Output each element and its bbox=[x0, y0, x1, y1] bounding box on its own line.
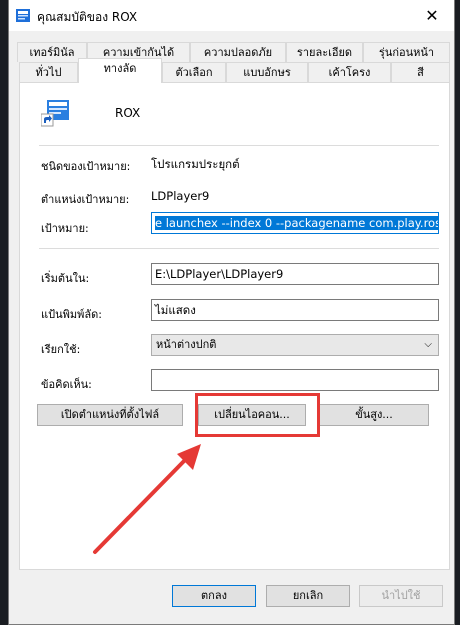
advanced-button[interactable]: ขั้นสูง... bbox=[319, 404, 429, 426]
window-title: คุณสมบัติของ ROX bbox=[37, 10, 138, 24]
comment-field[interactable] bbox=[151, 369, 439, 391]
apply-button[interactable]: นำไปใช้ bbox=[359, 585, 443, 607]
title-bar: คุณสมบัติของ ROX ✕ bbox=[9, 0, 454, 31]
tab-layout[interactable]: เค้าโครง bbox=[308, 62, 391, 82]
ok-button[interactable]: ตกลง bbox=[172, 585, 256, 607]
tab-details[interactable]: รายละเอียด bbox=[286, 42, 363, 62]
shortcut-key-field[interactable]: ไม่แสดง bbox=[151, 299, 439, 321]
target-field-text: e launchex --index 0 --packagename com.p… bbox=[155, 216, 438, 230]
target-field[interactable]: e launchex --index 0 --packagename com.p… bbox=[151, 212, 439, 234]
run-select-value: หน้าต่างปกติ bbox=[156, 338, 217, 351]
close-icon: ✕ bbox=[425, 6, 439, 25]
open-file-location-button[interactable]: เปิดตำแหน่งที่ตั้งไฟล์ bbox=[37, 404, 183, 426]
run-label: เรียกใช้: bbox=[41, 343, 81, 356]
tab-colors[interactable]: สี bbox=[391, 62, 450, 82]
tab-previous-versions[interactable]: รุ่นก่อนหน้า bbox=[363, 42, 450, 62]
close-button[interactable]: ✕ bbox=[410, 0, 454, 31]
divider bbox=[39, 248, 439, 249]
tab-terminal[interactable]: เทอร์มินัล bbox=[17, 42, 87, 62]
tab-shortcut[interactable]: ทางลัด bbox=[78, 58, 162, 83]
start-in-label: เริ่มต้นใน: bbox=[41, 272, 90, 285]
target-location-label: ตำแหน่งเป้าหมาย: bbox=[41, 193, 130, 206]
target-location-value: LDPlayer9 bbox=[151, 189, 210, 203]
tab-security[interactable]: ความปลอดภัย bbox=[190, 42, 286, 62]
start-in-field[interactable]: E:\LDPlayer\LDPlayer9 bbox=[151, 263, 439, 285]
run-select[interactable]: หน้าต่างปกติ ⌵ bbox=[151, 334, 439, 356]
chevron-down-icon: ⌵ bbox=[424, 339, 432, 350]
comment-label: ข้อคิดเห็น: bbox=[41, 378, 92, 391]
cancel-button[interactable]: ยกเลิก bbox=[266, 585, 350, 607]
shortcut-app-icon bbox=[41, 100, 69, 127]
properties-window: คุณสมบัติของ ROX ✕ เทอร์มินัล ความเข้ากั… bbox=[8, 0, 455, 625]
divider bbox=[39, 145, 439, 146]
shortcut-key-label: แป้นพิมพ์ลัด: bbox=[41, 308, 102, 321]
tab-general[interactable]: ทั่วไป bbox=[19, 62, 78, 82]
target-type-value: โปรแกรมประยุกต์ bbox=[151, 157, 240, 171]
tab-font[interactable]: แบบอักษร bbox=[226, 62, 308, 82]
tab-options[interactable]: ตัวเลือก bbox=[162, 62, 226, 82]
target-type-label: ชนิดของเป้าหมาย: bbox=[41, 160, 131, 173]
app-icon bbox=[16, 9, 30, 22]
target-label: เป้าหมาย: bbox=[41, 222, 89, 235]
tab-strip: เทอร์มินัล ความเข้ากันได้ ความปลอดภัย รา… bbox=[9, 38, 454, 84]
change-icon-button[interactable]: เปลี่ยนไอคอน... bbox=[198, 404, 306, 426]
shortcut-name: ROX bbox=[115, 106, 141, 120]
